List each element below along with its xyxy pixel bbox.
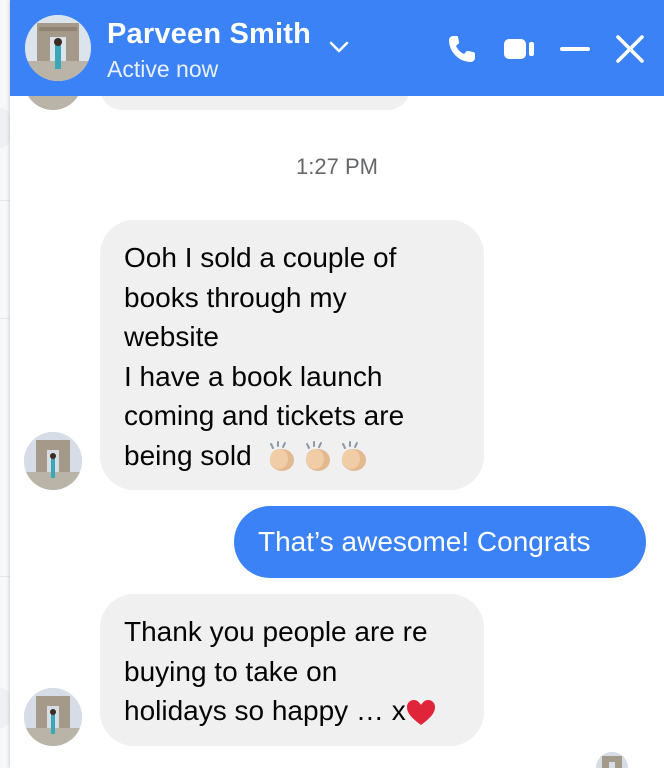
- phone-call-button[interactable]: [444, 30, 480, 68]
- red-heart-icon: [406, 699, 435, 725]
- chat-header: Parveen Smith Active now: [10, 0, 664, 96]
- phone-icon: [449, 36, 475, 62]
- close-button[interactable]: [612, 30, 648, 68]
- incoming-message[interactable]: Thank you people are re buying to take o…: [100, 594, 484, 746]
- message-text-line: coming and tickets are: [124, 400, 405, 431]
- background-element: [0, 108, 10, 148]
- message-text-line: holidays so happy … x: [124, 695, 406, 726]
- chat-window: 1:27 PM Ooh I sold a couple of books thr…: [10, 0, 664, 768]
- avatar[interactable]: [24, 688, 82, 746]
- clapping-hands-icon: [270, 441, 295, 472]
- close-icon: [616, 35, 644, 63]
- avatar[interactable]: [24, 432, 82, 490]
- contact-avatar[interactable]: [25, 15, 91, 81]
- outgoing-message[interactable]: That’s awesome! Congrats: [234, 506, 646, 578]
- contact-name[interactable]: Parveen Smith: [107, 18, 311, 51]
- video-icon: [504, 39, 534, 59]
- message-text-line: Ooh I sold a couple of: [124, 242, 397, 273]
- message-text-line: I have a book launch: [124, 360, 383, 392]
- video-call-button[interactable]: [502, 30, 538, 68]
- message-timestamp: 1:27 PM: [296, 154, 378, 179]
- message-text-line: being sold: [124, 439, 252, 471]
- contact-status: Active now: [107, 56, 219, 82]
- message-text-line: website: [124, 321, 219, 352]
- clapping-hands-icon: [342, 441, 367, 472]
- minimize-icon: [560, 47, 590, 51]
- background-element: [0, 688, 10, 728]
- incoming-message[interactable]: Ooh I sold a couple of books through my …: [100, 220, 484, 490]
- clapping-hands-icon: [306, 441, 331, 472]
- minimize-button[interactable]: [558, 30, 592, 68]
- message-list[interactable]: 1:27 PM Ooh I sold a couple of books thr…: [10, 52, 664, 768]
- read-receipt-avatar: [596, 752, 628, 768]
- message-text-line: buying to take on: [124, 655, 338, 687]
- chevron-down-icon[interactable]: [328, 36, 350, 58]
- message-text-line: books through my: [124, 281, 347, 313]
- message-text-line: Thank you people are re: [124, 616, 428, 647]
